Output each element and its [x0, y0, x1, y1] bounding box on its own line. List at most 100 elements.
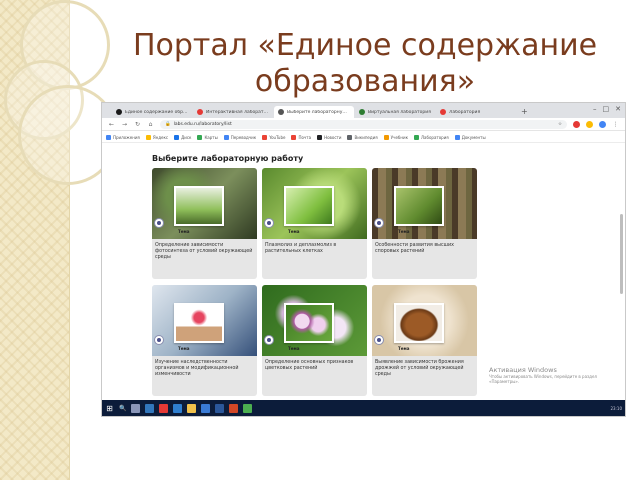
- minimize-button[interactable]: –: [593, 105, 597, 113]
- chrome-icon[interactable]: [243, 403, 253, 413]
- bookmark-favicon-icon: [347, 134, 353, 140]
- browser-tab[interactable]: Выберите лабораторную работу: [274, 106, 354, 118]
- bookmark-favicon-icon: [223, 134, 229, 140]
- lab-card-title: Определение основных признаков цветковых…: [265, 360, 354, 371]
- bookmark-label: Яндекс: [152, 134, 169, 140]
- lab-card-title: Выявление зависимости брожения дрожжей о…: [375, 360, 464, 377]
- bookmark-item[interactable]: Википедия: [347, 134, 378, 140]
- bookmark-label: Почта: [298, 134, 312, 140]
- tab-favicon-icon: [278, 109, 284, 115]
- browser-screenshot: Единое содержание образования Интерактивн…: [101, 102, 626, 417]
- bookmark-favicon-icon: [174, 134, 180, 140]
- bookmark-item[interactable]: Переводчик: [223, 134, 257, 140]
- bookmark-item[interactable]: Учебник: [383, 134, 409, 140]
- tab-label: Выберите лабораторную работу: [287, 109, 350, 115]
- profile-avatar[interactable]: [599, 120, 606, 128]
- lab-card-thumbnail: [284, 303, 334, 343]
- menu-icon[interactable]: ⋮: [612, 121, 619, 128]
- star-icon[interactable]: ☆: [558, 122, 562, 127]
- page-content: Выберите лабораторную работу Тема Определ…: [102, 144, 625, 400]
- lab-card-photo: [152, 168, 257, 239]
- lab-card-photo: [262, 168, 367, 239]
- topic-badge-icon: [264, 335, 274, 345]
- topic-badge-icon: [154, 335, 164, 345]
- mail-icon[interactable]: [201, 403, 211, 413]
- bookmark-favicon-icon: [317, 134, 323, 140]
- extension-icon[interactable]: [586, 120, 593, 128]
- task-view-icon[interactable]: [131, 403, 141, 413]
- lab-card-grid: Тема Определение зависимости фотосинтеза …: [152, 168, 477, 396]
- back-icon[interactable]: ←: [108, 121, 115, 128]
- page-heading: Выберите лабораторную работу: [152, 154, 304, 163]
- powerpoint-icon[interactable]: [229, 403, 239, 413]
- bookmark-label: YouTube: [269, 134, 286, 140]
- activation-subtitle: Чтобы активировать Windows, перейдите в …: [489, 374, 597, 384]
- lab-card[interactable]: Тема Определение зависимости фотосинтеза …: [152, 168, 257, 279]
- lab-card-tag: Тема: [178, 229, 190, 234]
- new-tab-button[interactable]: +: [521, 106, 528, 118]
- store-icon[interactable]: [173, 403, 183, 413]
- tab-favicon-icon: [197, 109, 203, 115]
- bookmark-label: Учебник: [390, 134, 409, 140]
- address-bar[interactable]: 🔒 labs.edu.ru/laboratory/list ☆: [160, 119, 567, 129]
- lab-card-thumbnail: [284, 186, 334, 226]
- search-icon[interactable]: 🔍: [119, 405, 126, 412]
- bookmark-item[interactable]: Лаборатория: [414, 134, 449, 140]
- start-icon[interactable]: ⊞: [105, 404, 114, 413]
- bookmark-favicon-icon: [291, 134, 297, 140]
- forward-icon[interactable]: →: [121, 121, 128, 128]
- lab-card-photo: [372, 168, 477, 239]
- reload-icon[interactable]: ↻: [134, 121, 141, 128]
- bookmark-label: Диск: [181, 134, 192, 140]
- browser-tab[interactable]: Виртуальная лаборатория: [355, 106, 435, 118]
- bookmark-item[interactable]: Яндекс: [145, 134, 169, 140]
- home-icon[interactable]: ⌂: [147, 121, 154, 128]
- bookmark-label: Приложения: [113, 134, 140, 140]
- window-controls: – □ ✕: [593, 105, 621, 113]
- bookmark-item[interactable]: Приложения: [106, 134, 140, 140]
- explorer-icon[interactable]: [187, 403, 197, 413]
- lab-card[interactable]: Тема Плазмолиз и деплазмолиз в растительн…: [262, 168, 367, 279]
- lab-card[interactable]: Тема Определение основных признаков цветк…: [262, 285, 367, 396]
- bookmark-favicon-icon: [106, 134, 111, 140]
- bookmark-item[interactable]: Новости: [317, 134, 341, 140]
- lab-card-photo: [262, 285, 367, 356]
- bookmark-item[interactable]: Карты: [197, 134, 218, 140]
- address-text: labs.edu.ru/laboratory/list: [173, 121, 232, 127]
- lab-card-thumbnail: [174, 186, 224, 226]
- browser-tab[interactable]: Единое содержание образования: [112, 106, 192, 118]
- lab-card-title: Плазмолиз и деплазмолиз в растительных к…: [265, 243, 337, 254]
- topic-badge-icon: [264, 218, 274, 228]
- bookmark-item[interactable]: Документы: [454, 134, 486, 140]
- tab-label: Лаборатория: [449, 109, 481, 115]
- edge-icon[interactable]: [145, 403, 155, 413]
- topic-badge-icon: [374, 218, 384, 228]
- bookmark-favicon-icon: [454, 134, 460, 140]
- scrollbar[interactable]: [620, 214, 623, 294]
- bookmark-label: Википедия: [354, 134, 378, 140]
- yandex-icon[interactable]: [159, 403, 169, 413]
- tab-favicon-icon: [359, 109, 365, 115]
- extension-icon[interactable]: [573, 120, 580, 128]
- lab-card-thumbnail: [174, 303, 224, 343]
- lab-card[interactable]: Тема Особенности развития высших споровых…: [372, 168, 477, 279]
- bookmark-label: Документы: [461, 134, 486, 140]
- tab-favicon-icon: [440, 109, 446, 115]
- browser-tab[interactable]: Интерактивная лаборатория: [193, 106, 273, 118]
- bookmark-item[interactable]: YouTube: [262, 134, 286, 140]
- word-icon[interactable]: [215, 403, 225, 413]
- bookmark-item[interactable]: Диск: [174, 134, 192, 140]
- lab-card[interactable]: Тема Изучение наследственности организмов…: [152, 285, 257, 396]
- bookmark-favicon-icon: [197, 134, 203, 140]
- tab-label: Интерактивная лаборатория: [206, 109, 269, 115]
- windows-taskbar: ⊞ 🔍 23:10: [102, 400, 625, 416]
- browser-tab[interactable]: Лаборатория: [436, 106, 516, 118]
- bookmark-favicon-icon: [262, 134, 268, 140]
- lab-card-title: Определение зависимости фотосинтеза от у…: [155, 243, 253, 260]
- bookmark-label: Переводчик: [230, 134, 257, 140]
- clock[interactable]: 23:10: [610, 406, 622, 411]
- close-button[interactable]: ✕: [615, 105, 621, 113]
- maximize-button[interactable]: □: [603, 105, 610, 113]
- bookmark-item[interactable]: Почта: [291, 134, 312, 140]
- lab-card[interactable]: Тема Выявление зависимости брожения дрожж…: [372, 285, 477, 396]
